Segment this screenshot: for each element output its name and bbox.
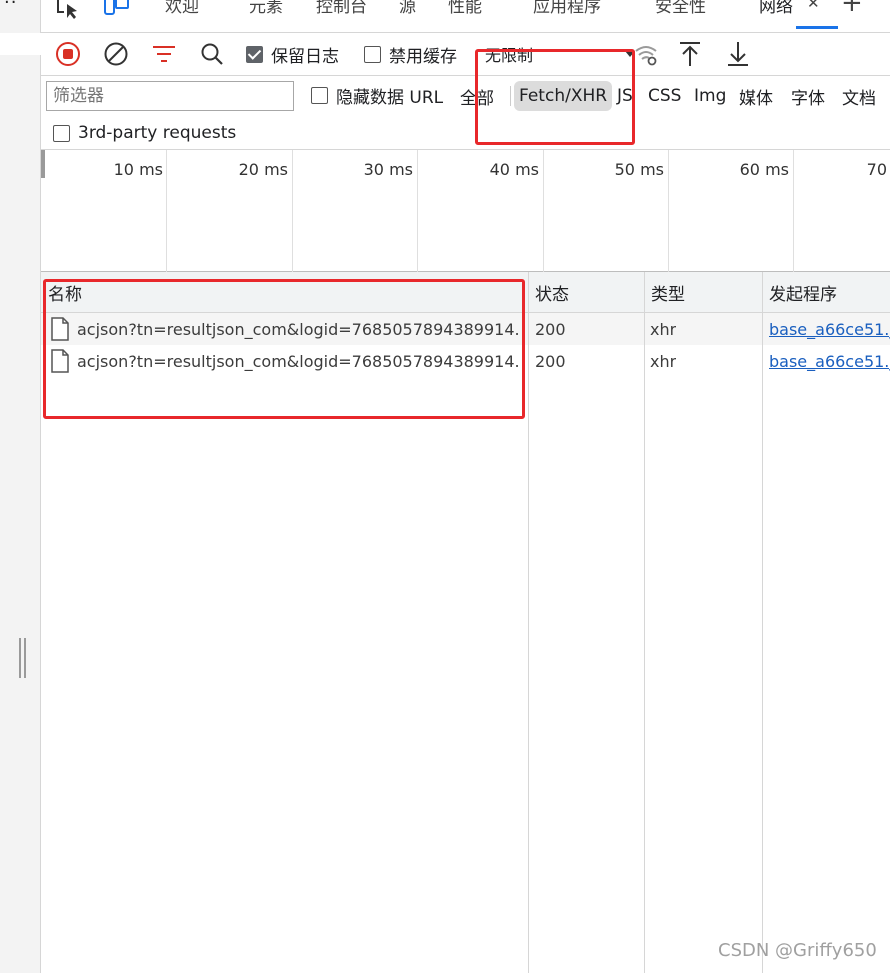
request-initiator-link[interactable]: base_a66ce51.js: [769, 313, 890, 345]
more-icon[interactable]: ··: [4, 0, 17, 13]
tab-application[interactable]: 应用程序: [533, 0, 601, 17]
inspect-element-icon[interactable]: [55, 0, 81, 24]
request-name: acjson?tn=resultjson_com&logid=768505789…: [77, 319, 521, 339]
request-status: 200: [535, 319, 566, 339]
filter-type-css[interactable]: CSS: [643, 81, 686, 111]
tab-network[interactable]: 网络: [759, 0, 793, 17]
left-panel-band: [0, 33, 41, 55]
third-party-check[interactable]: [53, 124, 70, 142]
request-name: acjson?tn=resultjson_com&logid=768505789…: [77, 351, 521, 371]
hide-data-urls-check[interactable]: [311, 86, 328, 104]
search-button[interactable]: [199, 41, 225, 67]
preserve-log-label: 保留日志: [271, 46, 339, 67]
left-panel-strip: ··: [0, 0, 41, 973]
hide-data-urls-label: 隐藏数据 URL: [336, 87, 444, 108]
timeline-gridline: [166, 150, 167, 272]
devtools-tab-bar: 欢迎 元素 控制台 源 性能 应用程序 安全性 网络 ✕ +: [41, 0, 890, 33]
filter-type-doc[interactable]: 文档: [837, 81, 881, 111]
timeline-overview[interactable]: 10 ms 20 ms 30 ms 40 ms 50 ms 60 ms 70: [41, 150, 890, 272]
request-type: xhr: [650, 351, 677, 371]
download-icon: [728, 42, 748, 66]
request-status: 200: [535, 351, 566, 371]
close-tab-icon[interactable]: ✕: [807, 0, 820, 12]
tab-sources[interactable]: 源: [399, 0, 416, 17]
timeline-gridline: [543, 150, 544, 272]
resize-handle[interactable]: [19, 638, 29, 678]
third-party-label: 3rd-party requests: [78, 123, 237, 143]
disable-cache-checkbox[interactable]: 禁用缓存: [364, 41, 457, 67]
filter-type-img[interactable]: Img: [689, 81, 731, 111]
clear-button[interactable]: [103, 41, 129, 67]
add-tab-icon[interactable]: +: [841, 0, 863, 18]
timeline-tick-label: 40 ms: [489, 160, 539, 179]
watermark: CSDN @Griffy650: [718, 940, 877, 961]
third-party-checkbox[interactable]: 3rd-party requests: [53, 120, 236, 146]
timeline-tick-label: 50 ms: [614, 160, 664, 179]
preserve-log-checkbox[interactable]: 保留日志: [246, 41, 339, 67]
throttling-value: 无限制: [485, 46, 534, 65]
upload-icon: [680, 42, 700, 66]
record-icon: [56, 42, 80, 66]
requests-table: 名称 状态 类型 发起程序 acjson?tn=resultjson_com&l…: [41, 272, 890, 973]
request-type: xhr: [650, 319, 677, 339]
column-header-type[interactable]: 类型: [644, 272, 685, 313]
column-divider[interactable]: [762, 272, 763, 973]
timeline-gridline: [417, 150, 418, 272]
filter-type-js[interactable]: JS: [612, 81, 638, 111]
filter-bar: 隐藏数据 URL 全部 Fetch/XHR JS CSS Img 媒体 字体 文…: [41, 76, 890, 150]
device-toolbar-icon[interactable]: [103, 0, 131, 24]
timeline-tick-label: 10 ms: [113, 160, 163, 179]
column-header-initiator[interactable]: 发起程序: [762, 272, 837, 313]
filter-toggle-button[interactable]: [151, 41, 177, 67]
clear-icon: [104, 42, 128, 66]
disable-cache-label: 禁用缓存: [389, 46, 457, 67]
preserve-log-check[interactable]: [246, 45, 263, 63]
filter-divider: [510, 86, 511, 106]
timeline-left-marker: [41, 150, 45, 178]
timeline-tick-label: 30 ms: [363, 160, 413, 179]
tab-security[interactable]: 安全性: [655, 0, 706, 17]
import-har-button[interactable]: [677, 41, 703, 67]
document-icon: [51, 317, 69, 341]
column-divider[interactable]: [528, 272, 529, 973]
search-icon: [201, 43, 223, 65]
column-header-status[interactable]: 状态: [528, 272, 569, 313]
record-button[interactable]: [55, 41, 81, 67]
filter-type-all[interactable]: 全部: [455, 81, 499, 111]
document-icon: [51, 349, 69, 373]
tab-performance[interactable]: 性能: [448, 0, 482, 17]
timeline-tick-label: 70: [866, 160, 887, 179]
network-toolbar: 保留日志 禁用缓存 无限制: [41, 33, 890, 76]
timeline-tick-label: 20 ms: [238, 160, 288, 179]
disable-cache-check[interactable]: [364, 45, 381, 63]
column-divider[interactable]: [644, 272, 645, 973]
column-header-name[interactable]: 名称: [41, 272, 82, 313]
timeline-gridline: [292, 150, 293, 272]
filter-type-font[interactable]: 字体: [786, 81, 830, 111]
filter-type-fetch-xhr[interactable]: Fetch/XHR: [514, 81, 613, 111]
active-tab-indicator: [796, 26, 838, 29]
timeline-gridline: [668, 150, 669, 272]
filter-type-media[interactable]: 媒体: [734, 81, 778, 111]
hide-data-urls-checkbox[interactable]: 隐藏数据 URL: [311, 82, 443, 108]
export-har-button[interactable]: [725, 41, 751, 67]
tab-elements[interactable]: 元素: [249, 0, 283, 17]
tab-welcome[interactable]: 欢迎: [165, 0, 199, 17]
tab-console[interactable]: 控制台: [316, 0, 367, 17]
request-initiator-link[interactable]: base_a66ce51.js: [769, 345, 890, 377]
throttling-select[interactable]: 无限制: [475, 39, 635, 69]
wifi-settings-icon: [635, 46, 657, 66]
network-conditions-button[interactable]: [633, 41, 659, 67]
filter-icon: [153, 46, 175, 62]
timeline-tick-label: 60 ms: [739, 160, 789, 179]
filter-input[interactable]: [46, 81, 294, 111]
